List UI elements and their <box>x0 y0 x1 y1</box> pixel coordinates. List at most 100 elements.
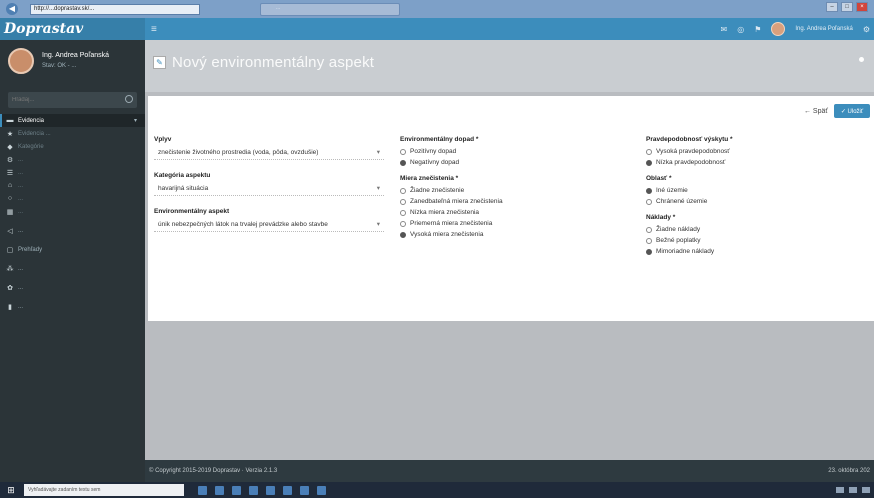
mail-icon[interactable]: ✉ <box>721 25 728 34</box>
radio-icon[interactable] <box>400 220 406 227</box>
sidebar-item-6[interactable]: ○... <box>0 192 145 205</box>
bar-chart-icon: ▮ <box>8 303 12 311</box>
miera-option[interactable]: Žiadne znečistenie <box>400 185 620 196</box>
pravd-option[interactable]: Vysoká pravdepodobnosť <box>646 146 866 157</box>
vplyv-select[interactable]: znečistenie životného prostredia (voda, … <box>154 146 384 160</box>
clock-icon[interactable] <box>862 487 870 493</box>
save-button[interactable]: ✓ Uložiť <box>834 104 870 118</box>
kategoria-select[interactable]: havarijná situácia ▾ <box>154 182 384 196</box>
sidebar-footer <box>0 460 145 482</box>
sidebar-item-7[interactable]: ▦... <box>0 205 145 218</box>
miera-option[interactable]: Nízka miera znečistenia <box>400 207 620 218</box>
search-icon[interactable] <box>125 95 133 103</box>
sidebar-item-label: ... <box>18 284 24 291</box>
gear-icon[interactable]: ⚙ <box>863 25 870 34</box>
sidebar-item-11[interactable]: ✿... <box>0 281 145 294</box>
share-icon: ◁ <box>7 227 13 235</box>
sidebar-search[interactable] <box>8 92 137 108</box>
sidebar-search-input[interactable] <box>8 92 137 108</box>
back-button[interactable]: ← Späť <box>804 108 828 115</box>
flag-icon[interactable]: ⚑ <box>754 25 761 34</box>
oblast-option[interactable]: Chránené územie <box>646 196 866 207</box>
address-bar[interactable]: http://...doprastav.sk/... <box>30 3 200 15</box>
naklady-option[interactable]: Žiadne náklady <box>646 224 866 235</box>
naklady-option[interactable]: Mimoriadne náklady <box>646 246 866 257</box>
sidebar-item-prehlady[interactable]: ▢ Prehľady <box>0 243 145 256</box>
radio-selected-icon[interactable] <box>646 159 652 166</box>
sidebar-item-10[interactable]: ⁂... <box>0 262 145 275</box>
back-icon[interactable]: ◀ <box>6 3 18 15</box>
app-icon[interactable] <box>300 485 309 495</box>
maximize-button[interactable]: □ <box>841 2 853 12</box>
dopad-option[interactable]: Negatívny dopad <box>400 157 620 168</box>
radio-selected-icon[interactable] <box>646 248 652 255</box>
explorer-icon[interactable] <box>215 485 224 495</box>
radio-icon[interactable] <box>400 148 406 155</box>
app-logo[interactable]: Doprastav <box>0 18 145 40</box>
env-aspect-value: únik nebezpečných látok na trvalej prevá… <box>158 221 328 228</box>
top-avatar[interactable] <box>771 22 786 36</box>
kategoria-value: havarijná situácia <box>158 185 209 192</box>
page-footer: © Copyright 2015-2019 Doprastav · Verzia… <box>145 460 874 482</box>
radio-label: Žiadne náklady <box>656 226 701 233</box>
system-tray <box>836 487 870 493</box>
radio-label: Priemerná miera znečistenia <box>410 220 493 227</box>
radio-icon[interactable] <box>646 237 652 244</box>
chevron-down-icon: ▾ <box>376 221 380 228</box>
naklady-option[interactable]: Bežné poplatky <box>646 235 866 246</box>
vplyv-label: Vplyv <box>154 136 172 143</box>
env-aspect-select[interactable]: únik nebezpečných látok na trvalej prevá… <box>154 218 384 232</box>
miera-group: Miera znečistenia * Žiadne znečistenie Z… <box>400 175 620 240</box>
browser-icon[interactable] <box>232 485 241 495</box>
app-icon[interactable] <box>317 485 326 495</box>
miera-option[interactable]: Vysoká miera znečistenia <box>400 229 620 240</box>
radio-icon[interactable] <box>400 198 406 205</box>
radio-icon[interactable] <box>646 226 652 233</box>
mail-app-icon[interactable] <box>249 485 258 495</box>
radio-label: Pozitívny dopad <box>410 148 457 155</box>
word-icon[interactable] <box>266 485 275 495</box>
windows-start-icon[interactable]: ⊞ <box>4 483 18 497</box>
bell-icon[interactable]: ◎ <box>737 25 744 34</box>
radio-selected-icon[interactable] <box>400 159 406 166</box>
radio-icon[interactable] <box>646 198 652 205</box>
top-user-name[interactable]: Ing. Andrea Poľanská <box>795 26 852 32</box>
close-button[interactable]: × <box>856 2 868 12</box>
radio-label: Nízka pravdepodobnosť <box>656 159 726 166</box>
browser-tab[interactable] <box>260 3 400 16</box>
volume-icon[interactable] <box>849 487 857 493</box>
home-icon[interactable] <box>859 57 864 62</box>
sidebar-item-5[interactable]: ⌂... <box>0 179 145 192</box>
sidebar-item-1[interactable]: ★ Evidencia ... <box>0 127 145 140</box>
search-icon: ○ <box>7 195 13 202</box>
sidebar-item-label: ... <box>18 182 24 189</box>
pravd-option[interactable]: Nízka pravdepodobnosť <box>646 157 866 168</box>
radio-icon[interactable] <box>400 187 406 194</box>
sidebar-item-3[interactable]: ⚙... <box>0 153 145 166</box>
sidebar-item-label: Prehľady <box>18 246 43 253</box>
taskbar-search[interactable]: Vyhľadávajte zadaním textu sem <box>24 484 184 496</box>
task-view-icon[interactable] <box>198 485 207 495</box>
radio-selected-icon[interactable] <box>646 187 652 194</box>
minimize-button[interactable]: – <box>826 2 838 12</box>
form-column-3: Pravdepodobnosť výskytu * Vysoká pravdep… <box>646 136 866 264</box>
user-info: Ing. Andrea Poľanská Stav: OK - ... <box>42 51 109 71</box>
excel-icon[interactable] <box>283 485 292 495</box>
back-nav[interactable]: ◀ <box>0 0 24 18</box>
avatar <box>8 48 34 74</box>
radio-icon[interactable] <box>400 209 406 216</box>
miera-option[interactable]: Zanedbateľná miera znečistenia <box>400 196 620 207</box>
dopad-option[interactable]: Pozitívny dopad <box>400 146 620 157</box>
sidebar-item-2[interactable]: ◆ Kategórie <box>0 140 145 153</box>
chevron-down-icon: ▾ <box>133 118 137 124</box>
oblast-option[interactable]: Iné územie <box>646 185 866 196</box>
menu-toggle-icon[interactable]: ≡ <box>151 24 157 35</box>
sidebar-item-evidencia[interactable]: ▬ Evidencia ▾ <box>0 114 145 127</box>
miera-option[interactable]: Priemerná miera znečistenia <box>400 218 620 229</box>
radio-selected-icon[interactable] <box>400 231 406 238</box>
sidebar-item-8[interactable]: ◁... <box>0 224 145 237</box>
network-icon[interactable] <box>836 487 844 493</box>
radio-icon[interactable] <box>646 148 652 155</box>
sidebar-item-4[interactable]: ☰... <box>0 166 145 179</box>
sidebar-item-12[interactable]: ▮... <box>0 300 145 313</box>
